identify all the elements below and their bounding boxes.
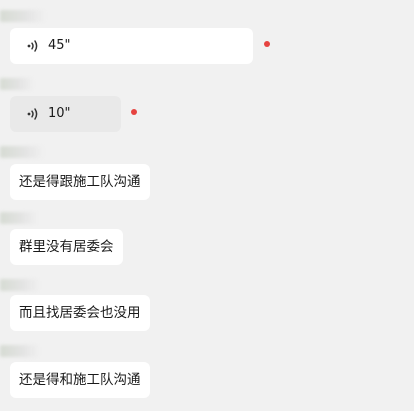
- message-text: 还是得和施工队沟通: [19, 372, 141, 388]
- unread-dot: [264, 41, 270, 47]
- sender-name-blurred: [0, 345, 40, 357]
- voice-message-bubble[interactable]: 45": [10, 28, 253, 64]
- sender-name-blurred: [0, 212, 38, 224]
- voice-duration: 10": [48, 106, 71, 121]
- chat-message-list[interactable]: 45" 10" 还是得跟施工队沟通 群里没有居委会 而且找居委会也没用 还是得和…: [0, 0, 414, 411]
- text-message-bubble[interactable]: 群里没有居委会: [10, 229, 123, 265]
- message-text: 还是得跟施工队沟通: [19, 174, 141, 190]
- voice-wave-icon: [27, 40, 38, 52]
- text-message-bubble[interactable]: 还是得和施工队沟通: [10, 362, 150, 398]
- message-text: 群里没有居委会: [19, 239, 114, 255]
- voice-duration: 45": [48, 38, 71, 53]
- sender-name-blurred: [0, 10, 46, 22]
- voice-message-bubble[interactable]: 10": [10, 96, 121, 132]
- sender-name-blurred: [0, 78, 34, 90]
- text-message-bubble[interactable]: 而且找居委会也没用: [10, 295, 150, 331]
- sender-name-blurred: [0, 279, 40, 291]
- text-message-bubble[interactable]: 还是得跟施工队沟通: [10, 164, 150, 200]
- sender-name-blurred: [0, 146, 44, 158]
- voice-wave-icon: [27, 108, 38, 120]
- unread-dot: [131, 109, 137, 115]
- message-text: 而且找居委会也没用: [19, 305, 141, 321]
